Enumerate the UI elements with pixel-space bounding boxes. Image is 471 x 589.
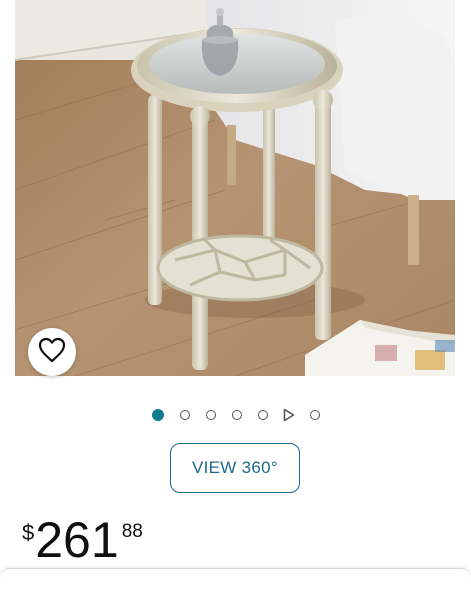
- carousel-video-play-icon[interactable]: [282, 408, 296, 422]
- carousel-dot-4[interactable]: [231, 410, 242, 420]
- price-currency-symbol: $: [22, 520, 35, 545]
- carousel-dot-1[interactable]: [151, 409, 164, 421]
- carousel-dot-2[interactable]: [179, 410, 190, 420]
- carousel-dot-5[interactable]: [257, 410, 268, 420]
- product-price: $ 261 88: [22, 512, 143, 568]
- carousel-dot-7[interactable]: [309, 410, 320, 420]
- price-whole: 261: [35, 512, 119, 568]
- carousel-dot-3[interactable]: [205, 410, 216, 420]
- wishlist-button[interactable]: [28, 328, 76, 376]
- view-360-button[interactable]: VIEW 360°: [170, 443, 300, 493]
- price-fraction: 88: [121, 521, 143, 542]
- view-360-label: VIEW 360°: [191, 458, 279, 477]
- product-image[interactable]: [15, 0, 455, 376]
- heart-icon: [38, 337, 66, 368]
- image-carousel-indicators: [0, 405, 471, 425]
